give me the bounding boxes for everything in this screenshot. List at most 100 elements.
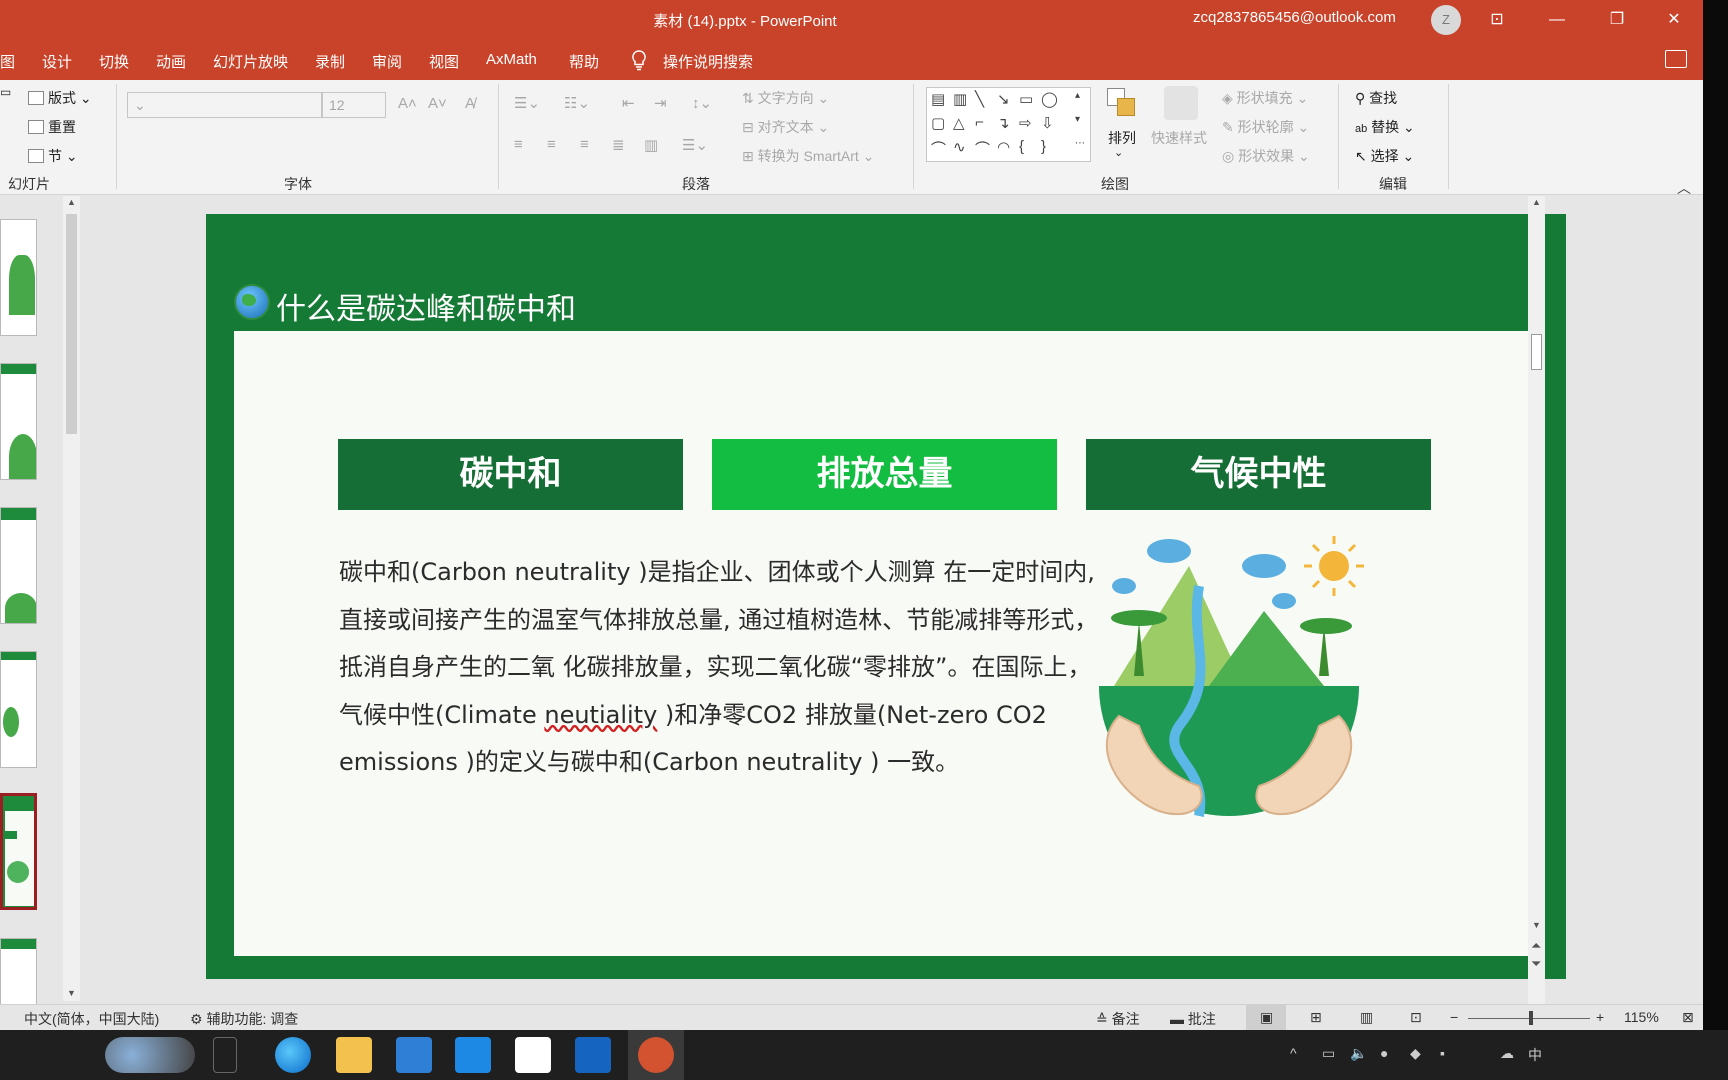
account-name[interactable]: zcq2837865456@outlook.com — [1193, 9, 1396, 26]
rounded-rect-shape-icon[interactable]: ▢ — [931, 114, 945, 132]
gallery-more-icon[interactable]: ⋯ — [1075, 138, 1085, 149]
justify-icon[interactable]: ≣ — [612, 136, 625, 154]
widget-icon[interactable] — [105, 1037, 195, 1073]
quick-styles-button[interactable]: 快速样式 — [1151, 128, 1207, 148]
notes-button[interactable]: ≙ 备注 — [1096, 1009, 1140, 1029]
tab-design[interactable]: 设计 — [42, 51, 72, 72]
next-slide-icon[interactable]: ⏷ — [1531, 956, 1541, 972]
scrollbar-thumb[interactable] — [66, 214, 77, 434]
canvas-scroll-down-icon[interactable]: ▼ — [1532, 920, 1541, 930]
restore-button[interactable]: ❐ — [1603, 6, 1631, 34]
slide-title[interactable]: 什么是碳达峰和碳中和 — [276, 284, 576, 328]
shrink-font-icon[interactable]: A˅ — [428, 95, 447, 112]
vtextbox-shape-icon[interactable]: ▥ — [953, 90, 967, 108]
arrange-chevron-icon[interactable]: ⌄ — [1114, 146, 1123, 159]
right-brace-shape-icon[interactable]: } — [1041, 138, 1046, 155]
scroll-up-icon[interactable]: ▲ — [67, 197, 76, 207]
line-shape-icon[interactable]: ╲ — [975, 90, 984, 108]
decrease-indent-icon[interactable]: ⇤ — [622, 94, 635, 112]
align-center-icon[interactable]: ≡ — [547, 136, 556, 153]
powerpoint-icon[interactable] — [638, 1037, 674, 1073]
shape-effects-button[interactable]: ◎ 形状效果 ⌄ — [1222, 146, 1310, 166]
slide-thumbnail[interactable] — [0, 363, 37, 480]
increase-indent-icon[interactable]: ⇥ — [654, 94, 667, 112]
previous-slide-icon[interactable]: ⏶ — [1531, 938, 1541, 954]
down-arrow-shape-icon[interactable]: ⇩ — [1041, 114, 1054, 132]
scroll-down-icon[interactable]: ▼ — [67, 988, 76, 998]
tab-view[interactable]: 视图 — [429, 51, 459, 72]
rectangle-shape-icon[interactable]: ▭ — [1019, 90, 1033, 108]
bullets-icon[interactable]: ☰⌄ — [514, 94, 540, 112]
comments-icon[interactable] — [1665, 50, 1687, 68]
grow-font-icon[interactable]: A˄ — [398, 95, 417, 112]
arrange-button[interactable]: 排列 — [1108, 128, 1136, 148]
right-arrow-shape-icon[interactable]: ⇨ — [1019, 114, 1032, 132]
find-button[interactable]: ⚲ 查找 — [1355, 88, 1397, 108]
replace-button[interactable]: ab 替换 ⌄ — [1355, 117, 1415, 137]
thumbnails-scrollbar[interactable]: ▲ ▼ — [63, 196, 80, 1001]
align-text-button[interactable]: ⊟ 对齐文本 ⌄ — [742, 117, 829, 137]
numbering-icon[interactable]: ☷⌄ — [564, 94, 590, 112]
zoom-out-icon[interactable]: − — [1450, 1009, 1458, 1025]
keyword-box-total-emissions[interactable]: 排放总量 — [712, 439, 1057, 510]
tab-help[interactable]: 帮助 — [569, 51, 599, 72]
distribute-icon[interactable]: ☰⌄ — [682, 136, 708, 154]
clear-format-icon[interactable]: A̸ — [465, 95, 475, 112]
tab-animations[interactable]: 动画 — [156, 51, 186, 72]
gallery-up-icon[interactable]: ▴ — [1075, 90, 1080, 101]
freeform-shape-icon[interactable]: ⌒ — [931, 138, 946, 159]
edge-icon[interactable] — [275, 1037, 311, 1073]
onedrive-icon[interactable]: ☁ — [1500, 1045, 1514, 1062]
arrow-line-shape-icon[interactable]: ↘ — [997, 90, 1010, 108]
shape-fill-button[interactable]: ◈ 形状填充 ⌄ — [1222, 88, 1308, 108]
keyword-box-carbon-neutrality[interactable]: 碳中和 — [338, 439, 683, 510]
comments-button[interactable]: ▬ 批注 — [1170, 1009, 1216, 1029]
align-left-icon[interactable]: ≡ — [514, 136, 523, 153]
oval-shape-icon[interactable]: ◯ — [1041, 90, 1058, 108]
minimize-button[interactable]: — — [1543, 6, 1571, 34]
arc-shape-icon[interactable]: ◠ — [997, 138, 1010, 156]
canvas-scroll-up-icon[interactable]: ▲ — [1532, 197, 1541, 207]
volume-icon[interactable]: 🔈 — [1350, 1045, 1367, 1062]
slide-sorter-icon[interactable]: ⊞ — [1310, 1009, 1322, 1026]
curve-shape-icon[interactable]: ⌒ — [975, 138, 990, 159]
elbow-shape-icon[interactable]: ⌐ — [975, 114, 984, 131]
ribbon-display-icon[interactable]: ⊡ — [1483, 6, 1511, 34]
fit-slide-icon[interactable]: ⊠ — [1682, 1009, 1694, 1026]
left-brace-shape-icon[interactable]: { — [1019, 138, 1024, 155]
tell-me-search[interactable]: 操作说明搜索 — [663, 51, 753, 72]
body-text[interactable]: 碳中和(Carbon neutrality )是指企业、团体或个人测算 在一定时… — [339, 549, 1114, 787]
tray-app-icon[interactable]: ▪ — [1440, 1045, 1445, 1061]
shape-outline-button[interactable]: ✎ 形状轮廓 ⌄ — [1222, 117, 1309, 137]
tab-review[interactable]: 审阅 — [372, 51, 402, 72]
file-explorer-icon[interactable] — [336, 1037, 372, 1073]
photos-icon[interactable] — [575, 1037, 611, 1073]
reading-view-icon[interactable]: ▥ — [1360, 1009, 1373, 1026]
show-hidden-icons[interactable]: ^ — [1290, 1045, 1297, 1061]
feishu-icon[interactable] — [455, 1037, 491, 1073]
zoom-in-icon[interactable]: + — [1596, 1009, 1604, 1025]
keyword-box-climate-neutral[interactable]: 气候中性 — [1086, 439, 1431, 510]
textbox-shape-icon[interactable]: ▤ — [931, 90, 945, 108]
qq-icon[interactable]: ◆ — [1410, 1045, 1421, 1062]
elbow-arrow-shape-icon[interactable]: ↴ — [997, 114, 1010, 132]
network-icon[interactable]: ▭ — [1322, 1045, 1335, 1062]
tab-insert[interactable]: 图 — [0, 51, 15, 72]
zoom-level[interactable]: 115% — [1624, 1009, 1659, 1025]
mail-icon[interactable] — [396, 1037, 432, 1073]
microphone-icon[interactable]: ● — [1380, 1045, 1388, 1061]
reset-button[interactable]: 重置 — [28, 117, 76, 137]
text-direction-button[interactable]: ⇅ 文字方向 ⌄ — [742, 88, 829, 108]
ime-indicator[interactable]: 中 — [1528, 1045, 1542, 1065]
tab-transitions[interactable]: 切换 — [99, 51, 129, 72]
font-size-combo[interactable]: 12 — [322, 92, 386, 118]
slide-thumbnail-selected[interactable] — [0, 793, 37, 910]
slide-thumbnail[interactable] — [0, 507, 37, 624]
align-right-icon[interactable]: ≡ — [580, 136, 589, 153]
zoom-slider-thumb[interactable] — [1529, 1011, 1533, 1025]
canvas-scrollbar-thumb[interactable] — [1531, 334, 1542, 370]
colorful-app-icon[interactable] — [515, 1037, 551, 1073]
select-button[interactable]: ↖ 选择 ⌄ — [1355, 146, 1414, 166]
smartart-button[interactable]: ⊞ 转换为 SmartArt ⌄ — [742, 146, 874, 166]
slideshow-view-icon[interactable]: ⊡ — [1410, 1009, 1422, 1026]
